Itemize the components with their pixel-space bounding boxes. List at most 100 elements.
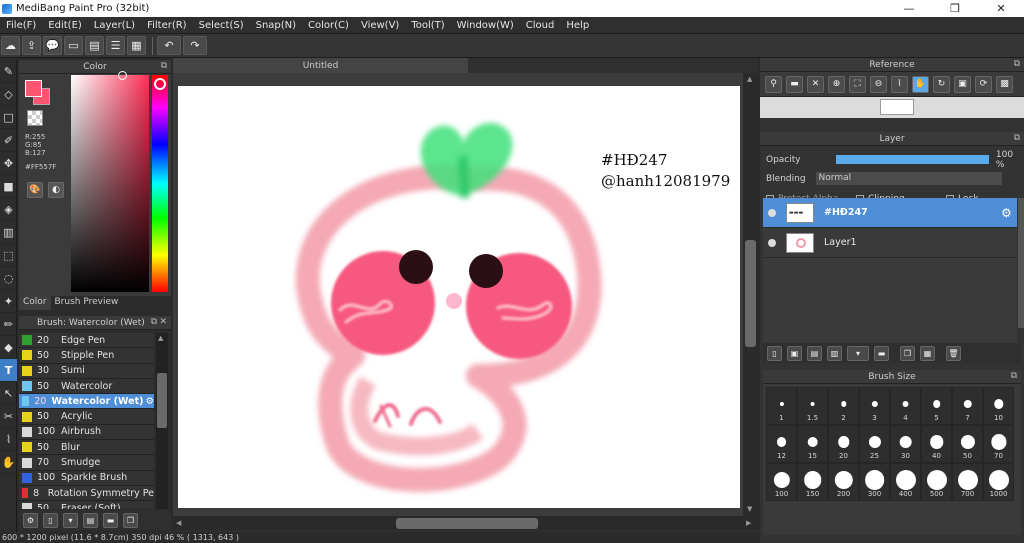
merge-layer-icon[interactable]: ▦	[920, 345, 935, 361]
brush-item[interactable]: 50 Eraser (Soft)	[19, 501, 154, 509]
transparent-color-swatch[interactable]	[27, 110, 43, 126]
scroll-up-icon[interactable]: ▲	[158, 334, 163, 342]
menu-layer[interactable]: Layer(L)	[88, 20, 141, 31]
sv-picker-marker[interactable]	[118, 71, 127, 80]
canvas-horizontal-scrollbar[interactable]: ◀ ▶	[173, 516, 758, 530]
delete-layer-icon[interactable]: 🗑	[946, 345, 961, 361]
close-button[interactable]: ✕	[978, 0, 1024, 17]
divide-tool-icon[interactable]: ✂	[0, 405, 17, 428]
add-brush-menu-icon[interactable]: ▾	[63, 512, 78, 528]
panel-list-icon[interactable]: ☰	[106, 36, 125, 55]
menu-file[interactable]: File(F)	[0, 20, 42, 31]
color-settings-icon[interactable]: ◐	[48, 182, 64, 198]
brush-size-cell[interactable]: 1	[766, 387, 797, 425]
panel-float-icon[interactable]: ⧉	[1011, 371, 1017, 381]
brush-size-cell[interactable]: 1.5	[797, 387, 828, 425]
canvas-viewport[interactable]: #HĐ247 @hanh12081979	[173, 73, 758, 516]
artboard[interactable]: #HĐ247 @hanh12081979	[178, 86, 740, 508]
brush-item[interactable]: 30 Sumi	[19, 363, 154, 379]
reference-thumbnail[interactable]	[880, 99, 914, 115]
menu-view[interactable]: View(V)	[355, 20, 405, 31]
hue-slider[interactable]	[152, 75, 168, 292]
rectangle-tool-icon[interactable]: □	[0, 106, 17, 129]
foreground-color-swatch[interactable]	[25, 80, 42, 97]
panel-float-icon[interactable]: ⧉	[161, 61, 167, 71]
brush-size-cell[interactable]: 40	[921, 425, 952, 463]
opacity-slider[interactable]	[834, 154, 990, 165]
menu-snap[interactable]: Snap(N)	[250, 20, 302, 31]
layer-row[interactable]: Layer1	[763, 228, 1017, 258]
palette-icon[interactable]: 🎨	[27, 182, 43, 198]
tab-color[interactable]: Color	[19, 296, 51, 310]
tab-brush-preview[interactable]: Brush Preview	[51, 296, 123, 310]
menu-cloud[interactable]: Cloud	[520, 20, 561, 31]
panel-float-icon[interactable]: ⧉	[151, 317, 157, 327]
layer-settings-gear-icon[interactable]: ⚙	[1001, 206, 1017, 220]
brush-list-scroll-thumb[interactable]	[157, 373, 167, 428]
brush-item[interactable]: 50 Blur	[19, 440, 154, 456]
menu-window[interactable]: Window(W)	[451, 20, 520, 31]
brush-item[interactable]: 50 Watercolor	[19, 378, 154, 395]
brush-size-cell[interactable]: 2	[828, 387, 859, 425]
brush-size-cell[interactable]: 50	[952, 425, 983, 463]
brush-tool-icon[interactable]: ✎	[0, 60, 17, 83]
brush-settings-icon[interactable]: ⚙	[23, 512, 38, 528]
menu-tool[interactable]: Tool(T)	[405, 20, 450, 31]
brush-item[interactable]: 100 Airbrush	[19, 424, 154, 441]
move-tool-icon[interactable]: ✥	[0, 152, 17, 175]
brush-size-cell[interactable]: 700	[952, 463, 983, 501]
menu-filter[interactable]: Filter(R)	[141, 20, 193, 31]
brush-item[interactable]: 50 Acrylic	[19, 409, 154, 425]
brush-item[interactable]: 70 Smudge	[19, 455, 154, 471]
layer-folder-icon[interactable]: ▬	[874, 345, 889, 361]
chat-icon[interactable]: ▭	[64, 36, 83, 55]
eraser-tool-icon[interactable]: ◇	[0, 83, 17, 106]
scroll-right-icon[interactable]: ▶	[746, 519, 751, 527]
duplicate-brush-icon[interactable]: ❐	[123, 512, 138, 528]
fill-rect-tool-icon[interactable]: ■	[0, 175, 17, 198]
canvas-vertical-scroll-thumb[interactable]	[745, 240, 756, 347]
new-halftone-layer-icon[interactable]: ▣	[787, 345, 802, 361]
brush-size-cell[interactable]: 500	[921, 463, 952, 501]
brush-item[interactable]: 20 Edge Pen	[19, 333, 154, 349]
select-eraser-tool-icon[interactable]: ◆	[0, 336, 17, 359]
hand-tool-icon[interactable]: ✋	[0, 451, 17, 474]
brush-size-cell[interactable]: 30	[890, 425, 921, 463]
select-rect-tool-icon[interactable]: ⬚	[0, 244, 17, 267]
fit-icon[interactable]: ▣	[954, 75, 971, 93]
scroll-up-icon[interactable]: ▲	[747, 75, 752, 83]
brush-size-cell[interactable]: 100	[766, 463, 797, 501]
hue-slider-marker[interactable]	[154, 78, 166, 90]
maximize-button[interactable]: ❐	[932, 0, 978, 17]
zoom-out-icon[interactable]: ⊖	[870, 75, 887, 93]
document-tab[interactable]: Untitled	[173, 58, 468, 73]
brush-item[interactable]: 20 Watercolor (Wet) ⚙	[19, 394, 154, 410]
brush-size-cell[interactable]: 20	[828, 425, 859, 463]
bucket-tool-icon[interactable]: ◈	[0, 198, 17, 221]
fit-view-icon[interactable]: ⛶	[849, 75, 866, 93]
zoom-in-icon[interactable]: ⊕	[828, 75, 845, 93]
pin-icon[interactable]: ⚲	[765, 75, 782, 93]
saturation-value-picker[interactable]	[71, 75, 149, 292]
close-reference-icon[interactable]: ✕	[807, 75, 824, 93]
layer-list-scrollbar[interactable]	[1018, 198, 1024, 328]
panel-float-icon[interactable]: ⧉	[1014, 133, 1020, 143]
redo-icon[interactable]: ↷	[183, 36, 207, 55]
brush-size-cell[interactable]: 70	[983, 425, 1014, 463]
panel-float-icon[interactable]: ⧉	[1014, 59, 1020, 69]
open-folder-icon[interactable]: ▬	[786, 75, 803, 93]
comment-icon[interactable]: 💬	[43, 36, 62, 55]
brush-folder-icon[interactable]: ▬	[103, 512, 118, 528]
layer-visibility-icon[interactable]	[768, 238, 776, 247]
brush-size-cell[interactable]: 300	[859, 463, 890, 501]
minimize-button[interactable]: —	[886, 0, 932, 17]
scroll-left-icon[interactable]: ◀	[176, 519, 181, 527]
menu-select[interactable]: Select(S)	[193, 20, 250, 31]
eyedropper-icon[interactable]: ⌇	[891, 75, 908, 93]
blending-select[interactable]: Normal	[815, 172, 1002, 185]
new-layer-icon[interactable]: ▯	[767, 345, 782, 361]
canvas-horizontal-scroll-thumb[interactable]	[396, 518, 538, 529]
panel-grid-icon[interactable]: ▦	[127, 36, 146, 55]
brush-size-cell[interactable]: 150	[797, 463, 828, 501]
cloud-save-icon[interactable]: ☁	[1, 36, 20, 55]
